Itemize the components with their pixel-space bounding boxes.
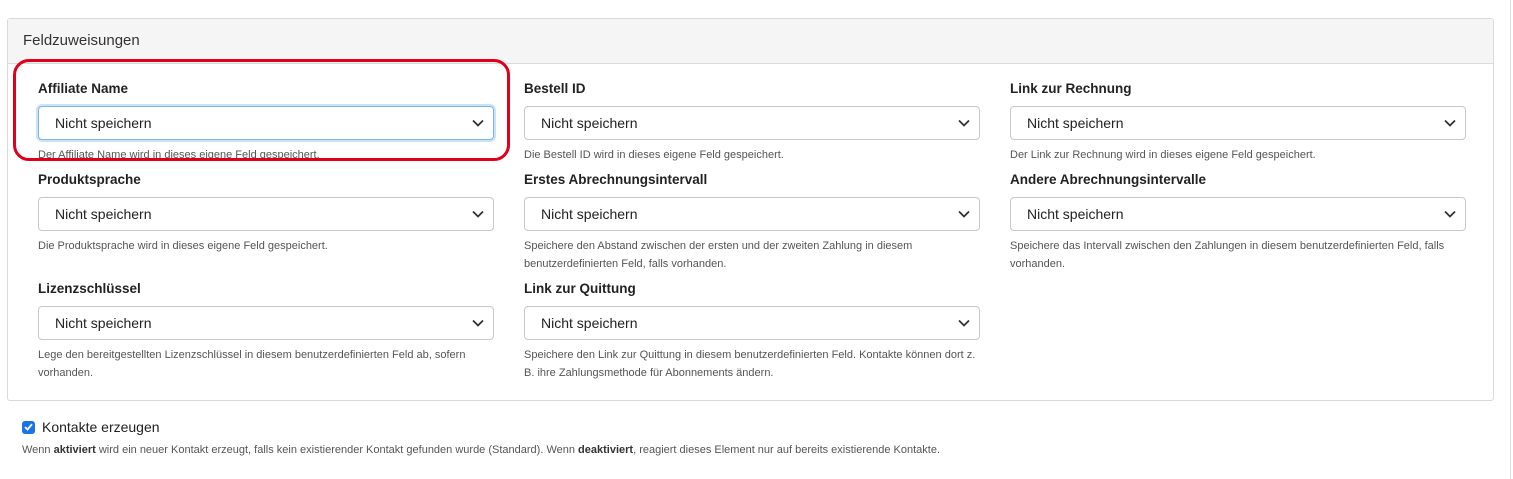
field-mapping-panel: Feldzuweisungen Affiliate Name Nicht spe… [7,18,1494,401]
andere-intervalle-select[interactable]: Nicht speichern [1010,197,1466,231]
field-produktsprache: Produktsprache Nicht speichern Die Produ… [38,171,494,255]
panel-title: Feldzuweisungen [8,19,1493,64]
field-help: Lege den bereitgestellten Lizenzschlüsse… [38,349,466,379]
field-label: Andere Abrechnungsintervalle [1010,172,1207,187]
field-link-quittung: Link zur Quittung Nicht speichern Speich… [524,280,980,382]
field-help: Die Bestell ID wird in dieses eigene Fel… [524,149,784,161]
field-help: Die Produktsprache wird in dieses eigene… [38,240,328,252]
field-label: Affiliate Name [38,81,129,96]
field-link-rechnung: Link zur Rechnung Nicht speichern Der Li… [1010,80,1466,164]
chevron-down-icon [472,119,484,127]
select-value: Nicht speichern [541,206,638,222]
field-help: Speichere das Intervall zwischen den Zah… [1010,240,1445,270]
select-value: Nicht speichern [55,115,152,131]
chevron-down-icon [1444,210,1456,218]
field-erstes-intervall: Erstes Abrechnungsintervall Nicht speich… [524,171,980,273]
select-value: Nicht speichern [1027,206,1124,222]
field-label: Lizenzschlüssel [38,281,141,296]
select-value: Nicht speichern [55,206,152,222]
field-lizenzschluessel: Lizenzschlüssel Nicht speichern Lege den… [38,280,494,382]
page-divider [1510,0,1511,479]
create-contacts-help: Wenn aktiviert wird ein neuer Kontakt er… [22,444,940,456]
help-emphasis: aktiviert [53,444,96,456]
select-value: Nicht speichern [55,315,152,331]
select-value: Nicht speichern [541,115,638,131]
lizenzschluessel-select[interactable]: Nicht speichern [38,306,494,340]
chevron-down-icon [472,210,484,218]
field-help: Speichere den Link zur Quittung in diese… [524,349,976,379]
field-andere-intervalle: Andere Abrechnungsintervalle Nicht speic… [1010,171,1466,273]
create-contacts-toggle[interactable]: Kontakte erzeugen [22,419,160,435]
bestell-id-select[interactable]: Nicht speichern [524,106,980,140]
select-value: Nicht speichern [1027,115,1124,131]
link-rechnung-select[interactable]: Nicht speichern [1010,106,1466,140]
chevron-down-icon [472,319,484,327]
field-help: Der Link zur Rechnung wird in dieses eig… [1010,149,1316,161]
select-value: Nicht speichern [541,315,638,331]
field-help: Speichere den Abstand zwischen der erste… [524,240,913,270]
field-label: Produktsprache [38,172,141,187]
checkmark-icon[interactable] [22,420,35,434]
link-quittung-select[interactable]: Nicht speichern [524,306,980,340]
chevron-down-icon [958,210,970,218]
affiliate-name-select[interactable]: Nicht speichern [38,106,494,140]
field-label: Erstes Abrechnungsintervall [524,172,708,187]
help-text: wird ein neuer Kontakt erzeugt, falls ke… [95,444,579,456]
chevron-down-icon [1444,119,1456,127]
field-label: Link zur Quittung [524,281,636,296]
field-help: Der Affiliate Name wird in dieses eigene… [38,149,320,161]
field-label: Bestell ID [524,81,586,96]
create-contacts-label: Kontakte erzeugen [42,419,160,435]
field-label: Link zur Rechnung [1010,81,1132,96]
help-emphasis: deaktiviert [578,444,634,456]
help-text: , reagiert dieses Element nur auf bereit… [633,444,941,456]
produktsprache-select[interactable]: Nicht speichern [38,197,494,231]
help-text: Wenn [22,444,54,456]
erstes-intervall-select[interactable]: Nicht speichern [524,197,980,231]
chevron-down-icon [958,319,970,327]
field-bestell-id: Bestell ID Nicht speichern Die Bestell I… [524,80,980,164]
field-affiliate-name: Affiliate Name Nicht speichern Der Affil… [38,80,494,164]
chevron-down-icon [958,119,970,127]
